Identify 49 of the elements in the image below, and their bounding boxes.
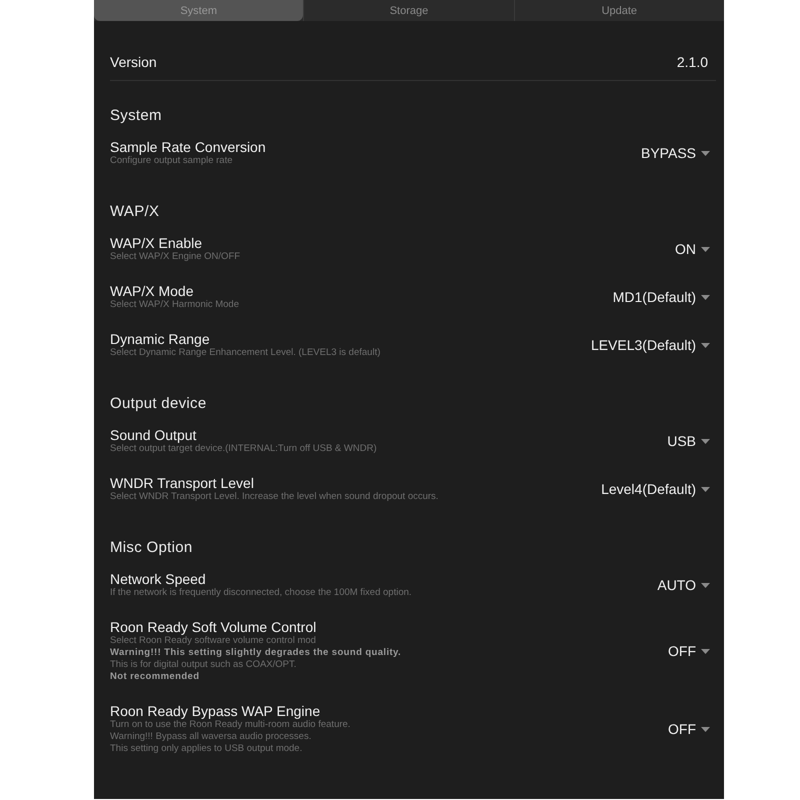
setting-description: Warning!!! Bypass all waversa audio processes. (110, 731, 312, 743)
setting-title: Dynamic Range (110, 331, 211, 347)
value-dropdown[interactable]: BYPASS (641, 145, 710, 161)
version-value: 2.1.0 (676, 53, 708, 72)
caret-icon (701, 342, 710, 348)
version-label: Version (110, 53, 157, 72)
section-heading: Output device (110, 394, 208, 414)
caret-icon (701, 486, 710, 492)
section-heading: Misc Option (110, 538, 194, 558)
value-dropdown[interactable]: Level4(Default) (601, 481, 710, 497)
setting-description: This setting only applies to USB output mode. (110, 743, 304, 755)
value-dropdown[interactable]: MD1(Default) (612, 289, 710, 305)
caret-icon (701, 438, 710, 444)
setting-description: This is for digital output such as COAX/OPT. (110, 659, 298, 671)
setting-title: WNDR Transport Level (110, 475, 255, 491)
value-dropdown[interactable]: AUTO (657, 577, 710, 593)
setting-title: Roon Ready Bypass WAP Engine (110, 703, 322, 719)
setting-title: Sample Rate Conversion (110, 139, 266, 155)
setting-description: Configure output sample rate (110, 155, 234, 167)
setting-description: If the network is frequently disconnected, choose the 100M fixed option. (110, 587, 412, 599)
caret-icon (701, 246, 710, 252)
caret-icon (701, 582, 710, 588)
value-dropdown[interactable]: USB (667, 433, 710, 449)
caret-icon (701, 150, 710, 156)
caret-icon (701, 294, 710, 300)
setting-title: Network Speed (110, 571, 207, 587)
caret-icon (701, 648, 710, 654)
warning-text: Warning!!! This setting slightly degrades the sound quality. (110, 647, 402, 659)
value-dropdown[interactable]: OFF (668, 721, 710, 737)
section-heading: WAP/X (110, 202, 160, 222)
caret-icon (701, 726, 710, 732)
section-heading: System (110, 106, 163, 126)
value-dropdown[interactable]: LEVEL3(Default) (590, 337, 710, 353)
warning-text: Not recommended (110, 671, 200, 683)
setting-title: WAP/X Mode (110, 283, 195, 299)
value-dropdown[interactable]: OFF (668, 643, 710, 659)
setting-title: Roon Ready Soft Volume Control (110, 619, 318, 635)
setting-description: Select Roon Ready software volume control mod (110, 635, 317, 647)
setting-description: Select WAP/X Engine ON/OFF (110, 251, 240, 263)
setting-description: Select WNDR Transport Level. Increase the level when sound dropout occurs. (110, 491, 438, 503)
setting-description: Turn on to use the Roon Ready multi-room audio feature. (110, 719, 350, 731)
setting-description: Select Dynamic Range Enhancement Level. (LEVEL3 is default) (110, 347, 380, 359)
setting-title: WAP/X Enable (110, 235, 204, 251)
tab[interactable]: Update (514, 0, 724, 21)
value-dropdown[interactable]: ON (675, 241, 710, 257)
tab[interactable]: Storage (303, 0, 514, 21)
setting-title: Sound Output (110, 427, 198, 443)
setting-description: Select output target device.(INTERNAL:Turn off USB & WNDR) (110, 443, 377, 455)
setting-description: Select WAP/X Harmonic Mode (110, 299, 239, 311)
